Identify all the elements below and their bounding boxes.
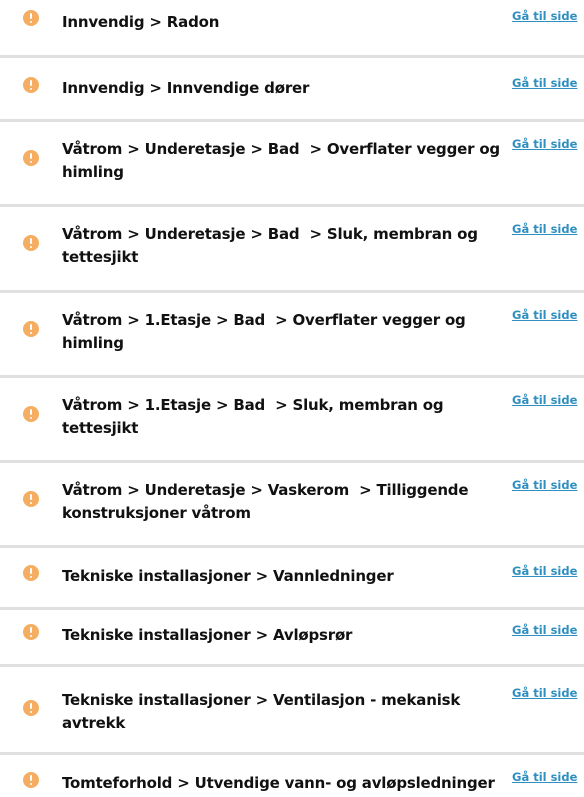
divider [0, 545, 584, 548]
warning-icon [23, 10, 39, 26]
warning-icon [23, 624, 39, 640]
goto-page-link[interactable]: Gå til side [512, 308, 577, 322]
goto-page-link[interactable]: Gå til side [512, 564, 577, 578]
warning-icon [23, 772, 39, 788]
warning-icon [23, 491, 39, 507]
item-path: Innvendig > Radon [62, 13, 220, 31]
goto-page-link[interactable]: Gå til side [512, 478, 577, 492]
warning-icon [23, 150, 39, 166]
goto-page-link[interactable]: Gå til side [512, 222, 577, 236]
goto-page-link[interactable]: Gå til side [512, 770, 577, 784]
warning-icon [23, 77, 39, 93]
divider [0, 607, 584, 610]
item-path: Våtrom > Underetasje > Bad > Overflater … [62, 140, 505, 181]
goto-page-link[interactable]: Gå til side [512, 623, 577, 637]
goto-page-link[interactable]: Gå til side [512, 76, 577, 90]
goto-page-link[interactable]: Gå til side [512, 9, 577, 23]
item-path: Tekniske installasjoner > Avløpsrør [62, 626, 353, 644]
warning-icon [23, 406, 39, 422]
divider [0, 460, 584, 463]
divider [0, 375, 584, 378]
item-path: Våtrom > Underetasje > Bad > Sluk, membr… [62, 225, 483, 266]
item-path: Innvendig > Innvendige dører [62, 79, 310, 97]
goto-page-link[interactable]: Gå til side [512, 137, 577, 151]
item-path: Tekniske installasjoner > Ventilasjon - … [62, 691, 466, 732]
divider [0, 664, 584, 667]
divider [0, 290, 584, 293]
divider [0, 119, 584, 122]
goto-page-link[interactable]: Gå til side [512, 393, 577, 407]
divider [0, 55, 584, 58]
warning-icon [23, 700, 39, 716]
item-path: Våtrom > Underetasje > Vaskerom > Tillig… [62, 481, 474, 522]
divider [0, 204, 584, 207]
goto-page-link[interactable]: Gå til side [512, 686, 577, 700]
divider [0, 752, 584, 755]
warning-icon [23, 235, 39, 251]
item-path: Tekniske installasjoner > Vannledninger [62, 567, 394, 585]
item-path: Tomteforhold > Utvendige vann- og avløps… [62, 774, 495, 792]
item-path: Våtrom > 1.Etasje > Bad > Sluk, membran … [62, 396, 449, 437]
warning-icon [23, 565, 39, 581]
item-path: Våtrom > 1.Etasje > Bad > Overflater veg… [62, 311, 471, 352]
warning-icon [23, 321, 39, 337]
